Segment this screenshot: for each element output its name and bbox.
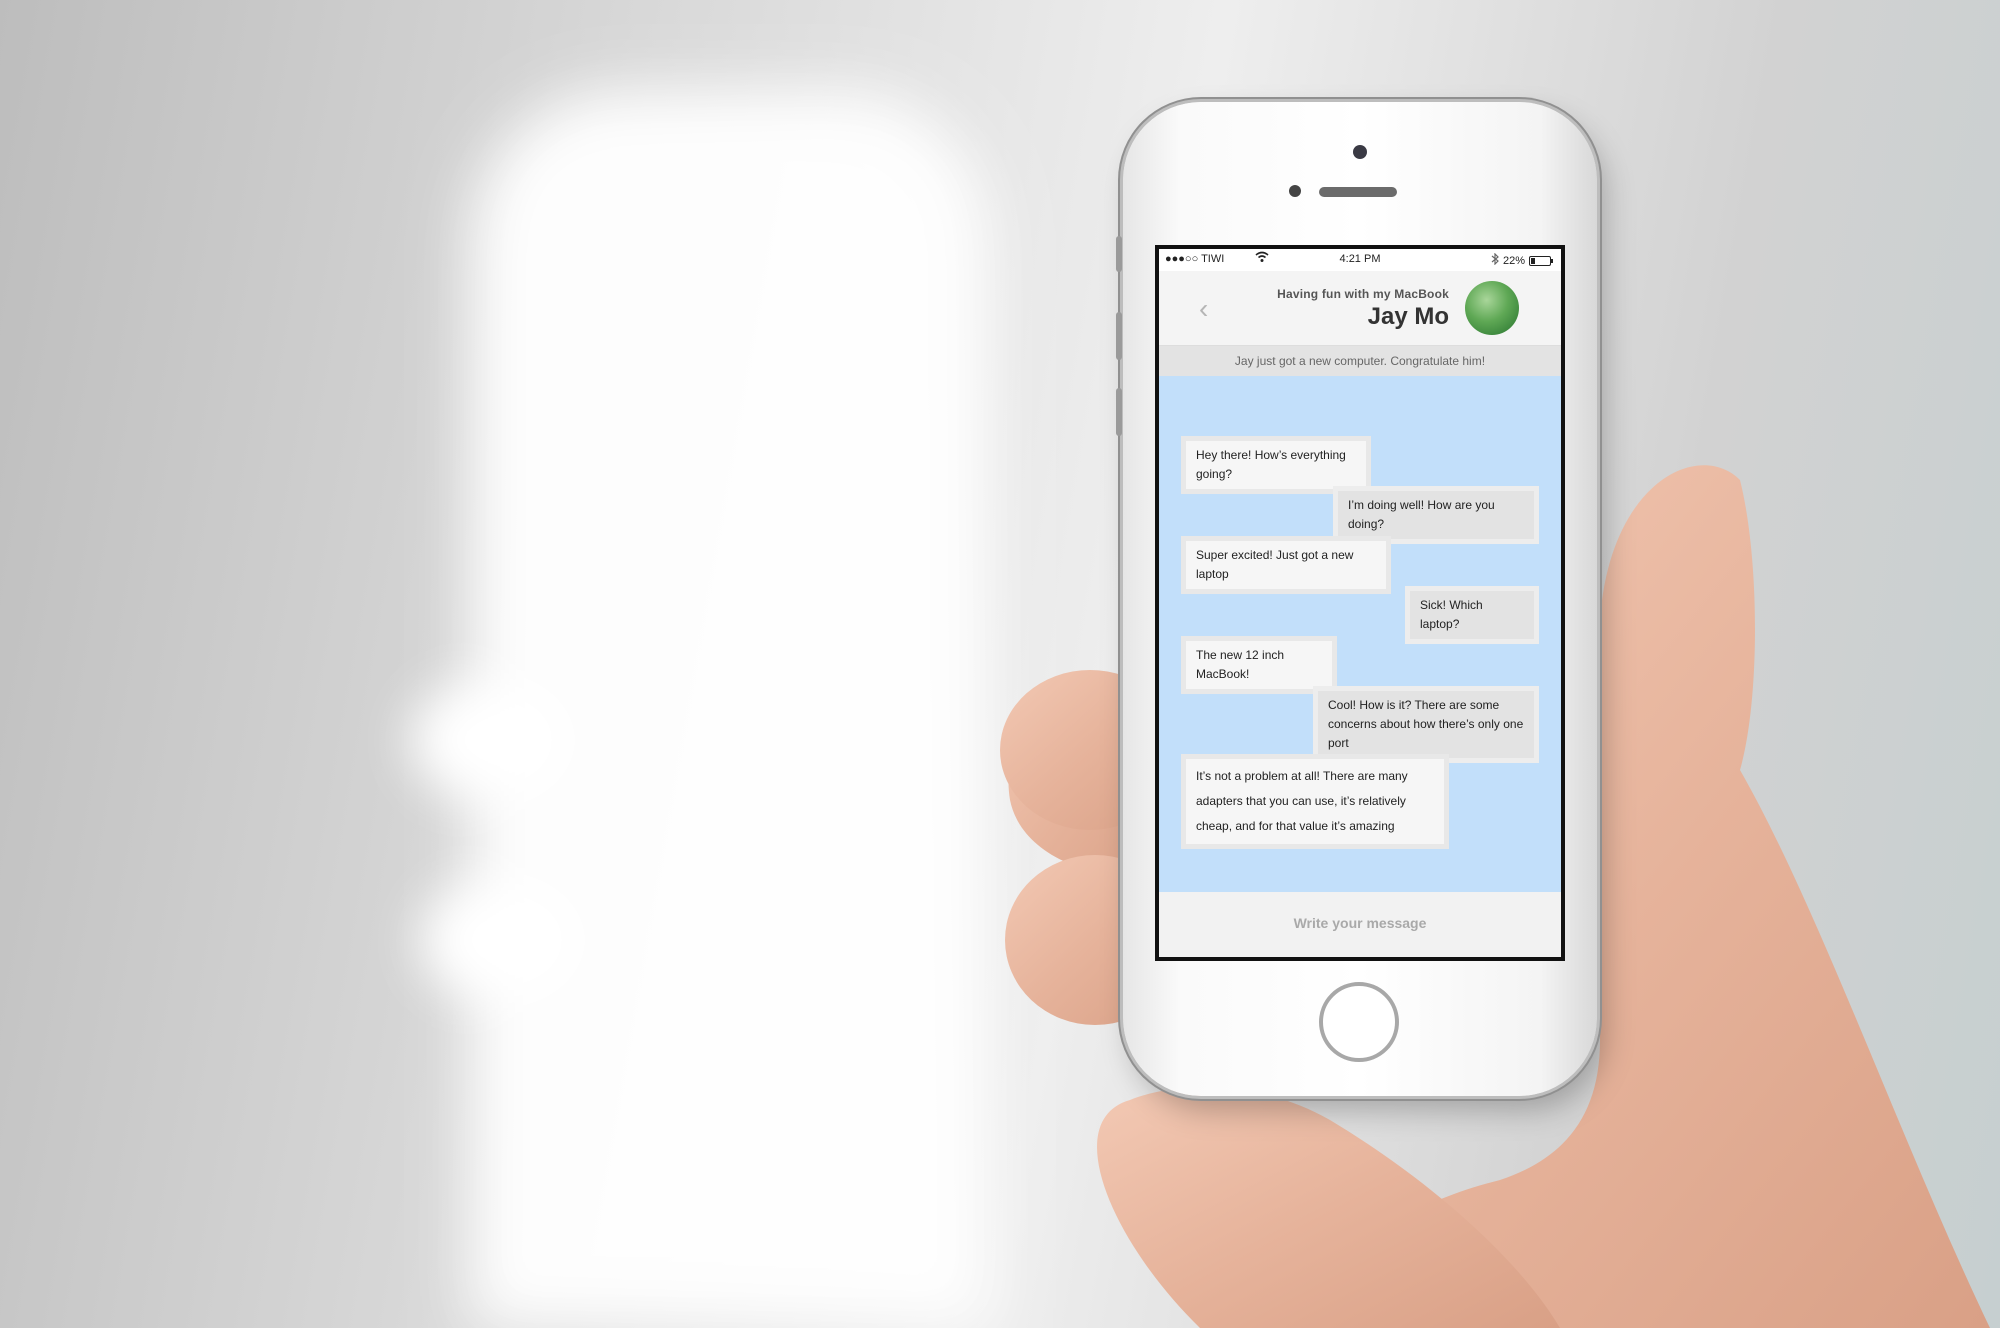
message-list[interactable]: Hey there! How’s everything going? I’m d… — [1159, 376, 1561, 892]
message-input[interactable]: Write your message — [1159, 892, 1561, 957]
status-right-group: 22% — [1491, 252, 1553, 268]
front-camera — [1353, 145, 1367, 159]
battery-fill — [1531, 257, 1536, 264]
header-text: Having fun with my MacBook Jay Mo — [1277, 287, 1449, 331]
app-screen: ●●●○○ TIWI 4:21 PM 22% ‹ Having fun with… — [1159, 249, 1561, 957]
background-glow-knuckle-2 — [420, 880, 580, 1000]
phone-screen: ●●●○○ TIWI 4:21 PM 22% ‹ Having fun with… — [1155, 245, 1565, 961]
message-bubble-incoming: It’s not a problem at all! There are man… — [1181, 754, 1449, 849]
conversation-header: ‹ Having fun with my MacBook Jay Mo — [1159, 271, 1561, 346]
battery-icon — [1529, 255, 1553, 266]
notification-banner: Jay just got a new computer. Congratulat… — [1159, 346, 1561, 377]
message-bubble-outgoing: Cool! How is it? There are some concerns… — [1313, 686, 1539, 763]
back-chevron-icon[interactable]: ‹ — [1199, 295, 1208, 323]
bluetooth-icon — [1491, 252, 1499, 268]
status-bar: ●●●○○ TIWI 4:21 PM 22% — [1159, 249, 1561, 271]
phone-device: ●●●○○ TIWI 4:21 PM 22% ‹ Having fun with… — [1116, 102, 1597, 1096]
home-button[interactable] — [1319, 982, 1399, 1062]
message-bubble-incoming: Super excited! Just got a new laptop — [1181, 536, 1391, 594]
battery-percent: 22% — [1502, 254, 1525, 267]
contact-status: Having fun with my MacBook — [1277, 287, 1449, 301]
proximity-sensor — [1289, 185, 1301, 197]
volume-up-button — [1116, 312, 1122, 360]
avatar[interactable] — [1465, 281, 1519, 335]
background-glow-knuckle-1 — [410, 680, 570, 800]
volume-down-button — [1116, 388, 1122, 436]
contact-name: Jay Mo — [1367, 303, 1449, 330]
mute-switch — [1116, 236, 1122, 272]
earpiece-speaker — [1319, 187, 1397, 197]
message-bubble-outgoing: Sick! Which laptop? — [1405, 586, 1539, 644]
